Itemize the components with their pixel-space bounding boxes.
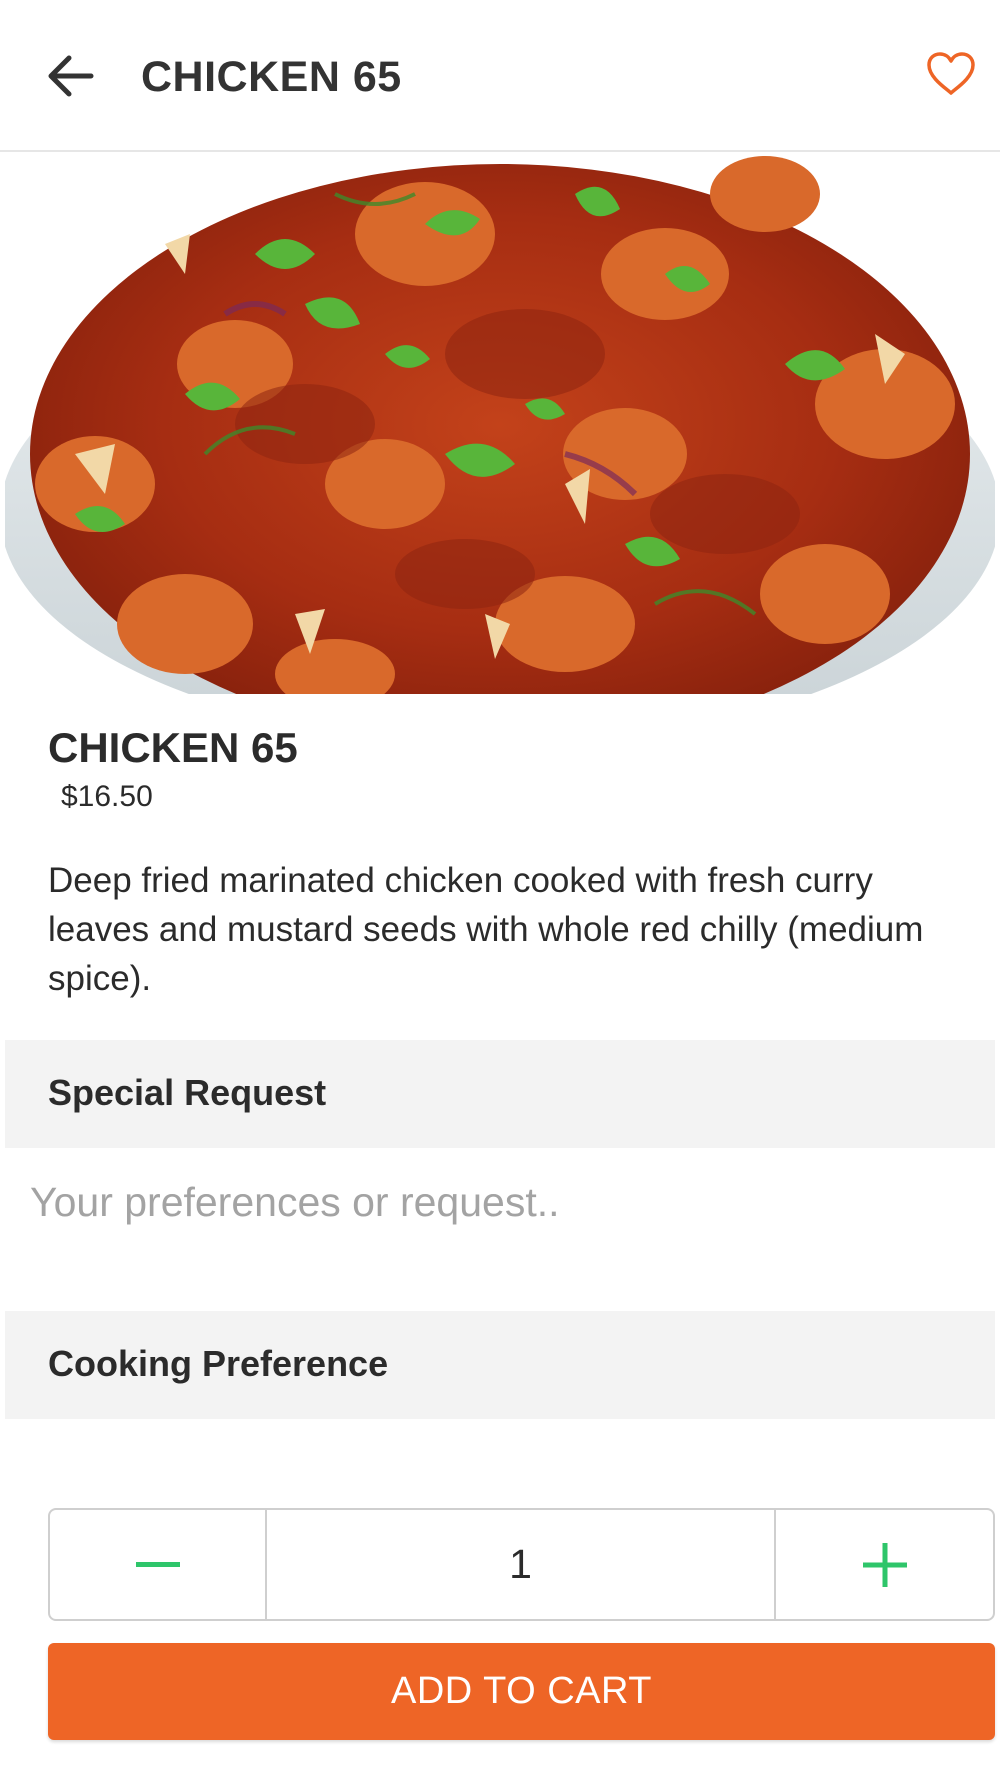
- heart-outline-icon: [927, 52, 975, 95]
- increase-quantity-button[interactable]: [774, 1510, 993, 1619]
- plus-icon: [862, 1542, 907, 1587]
- add-to-cart-button[interactable]: ADD TO CART: [48, 1643, 995, 1740]
- arrow-left-icon: [48, 55, 94, 97]
- item-price: $16.50: [61, 780, 153, 813]
- decrease-quantity-button[interactable]: [50, 1510, 267, 1619]
- page-title: CHICKEN 65: [141, 53, 402, 101]
- favorite-button[interactable]: [920, 44, 982, 104]
- item-description: Deep fried marinated chicken cooked with…: [48, 861, 924, 998]
- quantity-stepper: 1: [48, 1508, 995, 1621]
- dish-image: [5, 154, 995, 694]
- back-button[interactable]: [40, 48, 100, 104]
- item-name: CHICKEN 65: [48, 724, 298, 771]
- quantity-value: 1: [509, 1541, 532, 1587]
- minus-icon: [135, 1561, 180, 1567]
- special-request-input[interactable]: [30, 1172, 970, 1232]
- special-request-section-header: Special Request: [5, 1040, 995, 1148]
- cooking-preference-heading: Cooking Preference: [48, 1343, 389, 1384]
- app-header: CHICKEN 65: [0, 0, 1000, 152]
- special-request-heading: Special Request: [48, 1072, 327, 1113]
- cooking-preference-section-header: Cooking Preference: [5, 1311, 995, 1419]
